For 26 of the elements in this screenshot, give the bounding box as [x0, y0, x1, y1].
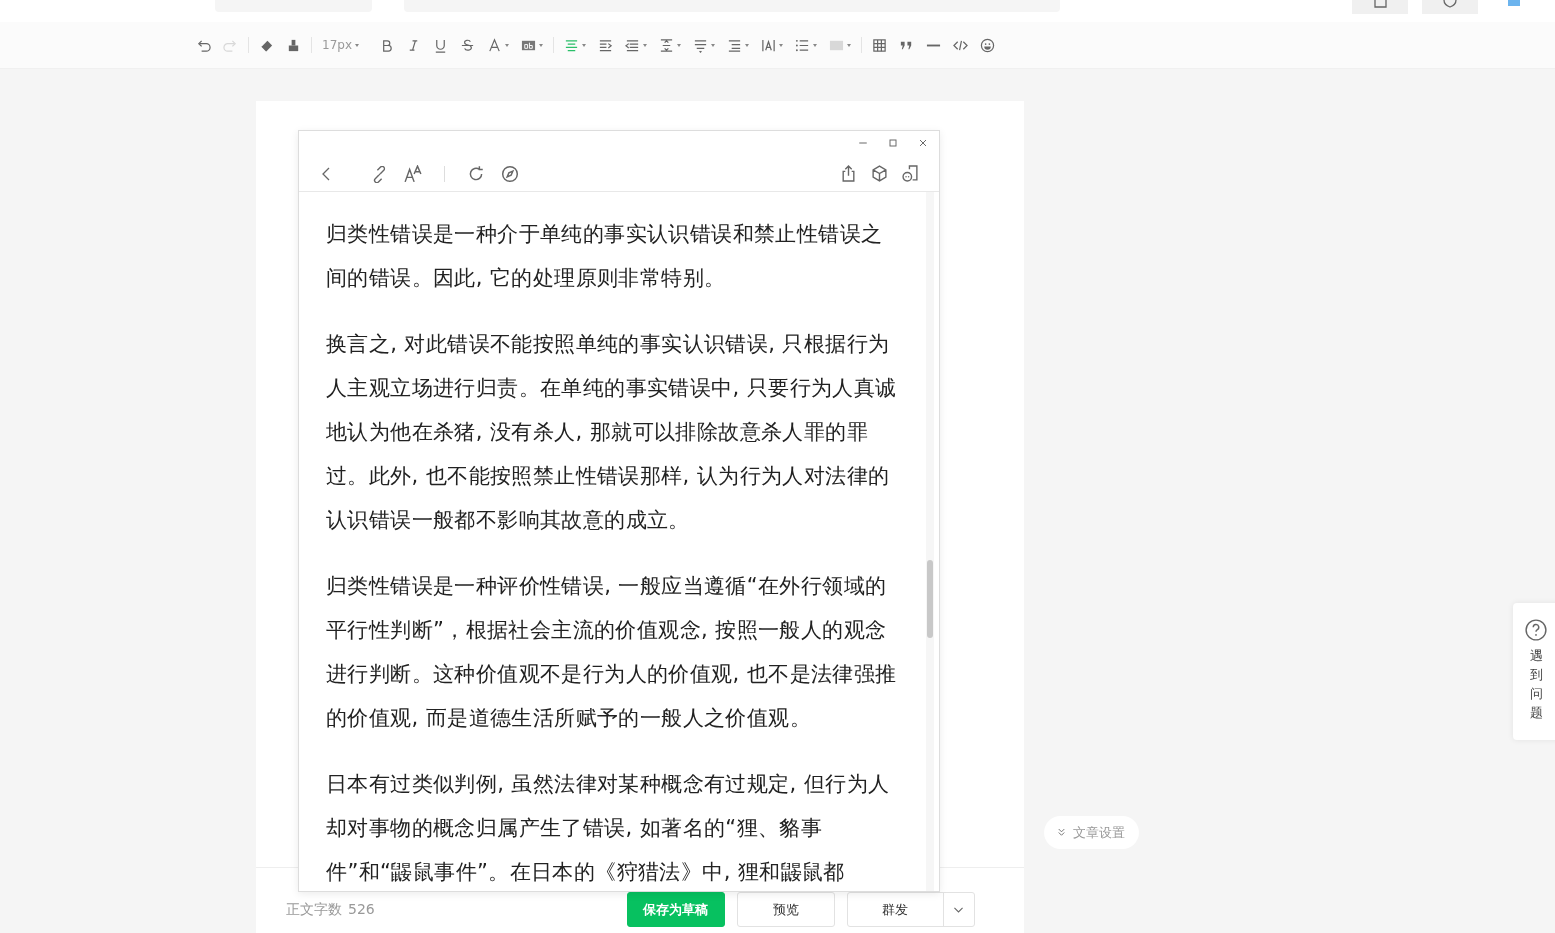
help-button[interactable]: 遇到问题: [1513, 603, 1555, 740]
cube-icon: [871, 165, 888, 182]
refresh-icon: [467, 165, 485, 183]
paragraph: 换言之, 对此错误不能按照单纯的事实认识错误, 只根据行为人主观立场进行归责。在单纯的事实错误中, 只要行为人真诚地认为他在杀猪, 没有杀人, 那就可以排除故意杀人罪的罪过。此外, 也不能按照禁止性错误那样, 认为行为人对法律的认识错误一般都不影响其故意的成立。: [326, 331, 898, 534]
link-icon: [371, 165, 388, 183]
word-count-label: 正文字数: [286, 900, 342, 919]
maximize-button[interactable]: [887, 137, 899, 149]
word-count: 526: [348, 900, 375, 919]
device-icon: [902, 165, 919, 182]
toolbar-button[interactable]: [1422, 0, 1478, 14]
paragraph: 归类性错误是一种评价性错误, 一般应当遵循“在外行领域的平行性判断”，根据社会主流的价值观念, 按照一般人的观念进行判断。这种价值观不是行为人的价值观, 也不是法律强推的价值观, 而是道德生活所赋予的一般人之价值观。: [326, 573, 898, 732]
close-icon: [917, 137, 929, 149]
help-icon: [1525, 619, 1547, 641]
toolbar-button[interactable]: [1352, 0, 1408, 14]
publish-button[interactable]: 群发: [846, 892, 975, 927]
font-size-icon: [404, 165, 422, 183]
close-button[interactable]: [917, 137, 929, 149]
double-chevron-icon: [1056, 827, 1067, 838]
maximize-icon: [887, 137, 899, 149]
paragraph: 日本有过类似判例, 虽然法律对某种概念有过规定, 但行为人却对事物的概念归属产生了错误, 如著名的“狸、貉事件”和“鼹鼠事件”。在日本的《狩猎法》中, 狸和鼹鼠都: [326, 771, 891, 886]
share-icon: [840, 165, 857, 182]
scrollbar[interactable]: [926, 192, 934, 891]
compass-icon: [501, 165, 519, 183]
scrollbar-thumb[interactable]: [927, 560, 933, 638]
paragraph: 归类性错误是一种介于单纯的事实认识错误和禁止性错误之间的错误。因此, 它的处理原则非常特别。: [326, 221, 884, 292]
preview-button[interactable]: 预览: [736, 892, 835, 927]
